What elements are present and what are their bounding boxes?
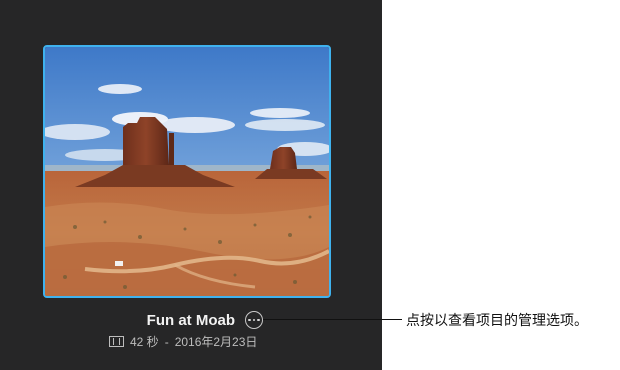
ellipsis-dot <box>257 318 260 322</box>
more-options-button[interactable] <box>245 311 263 329</box>
project-date: 2016年2月23日 <box>174 335 258 349</box>
project-meta: 42 秒 - 2016年2月23日 <box>109 333 257 350</box>
project-thumbnail[interactable] <box>43 45 331 298</box>
project-duration: 42 秒 <box>130 335 159 349</box>
ellipsis-dot <box>248 318 251 322</box>
stage: Fun at Moab 42 秒 - 2016年2月23日 点按以查看项目的管理… <box>0 0 620 370</box>
meta-separator: - <box>164 334 169 349</box>
film-icon <box>109 336 124 347</box>
project-title: Fun at Moab <box>146 312 235 329</box>
callout-line <box>263 319 402 320</box>
thumbnail-image <box>45 47 329 296</box>
ellipsis-dot <box>252 318 256 322</box>
project-browser-panel: Fun at Moab 42 秒 - 2016年2月23日 <box>0 0 382 370</box>
callout-text: 点按以查看项目的管理选项。 <box>406 312 588 328</box>
